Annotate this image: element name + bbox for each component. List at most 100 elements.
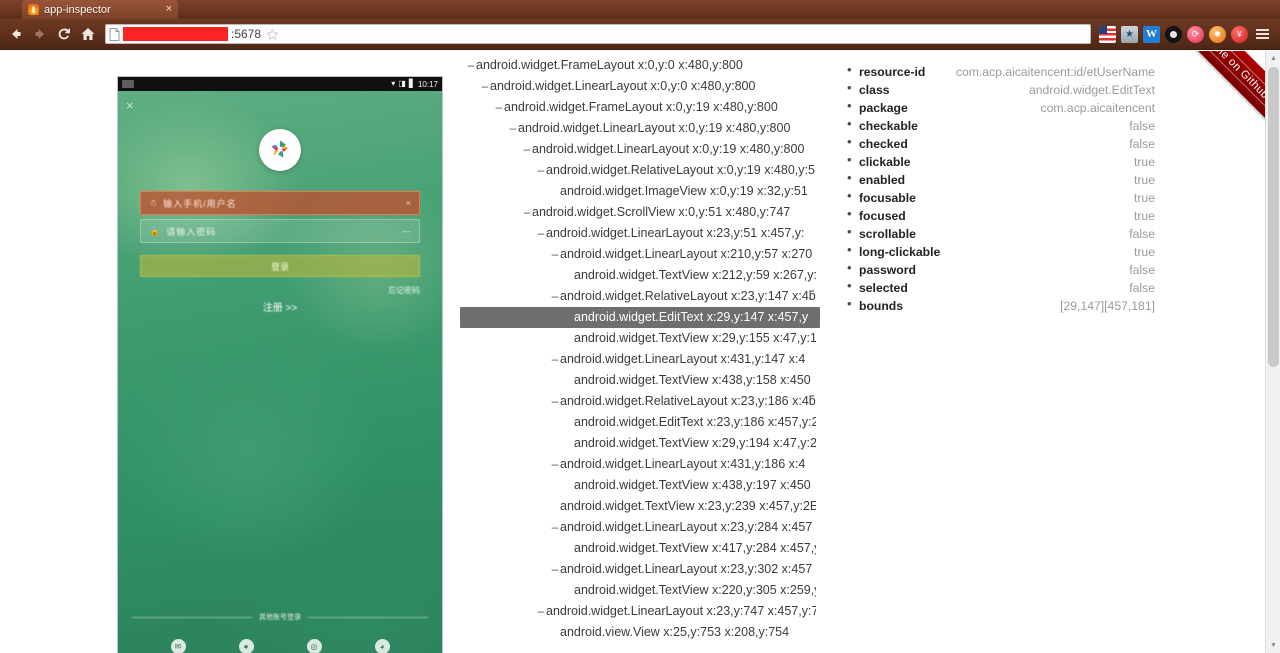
fork-me-on-github-ribbon[interactable]: Fork me on Github [1153,51,1280,141]
tree-row[interactable]: – android.widget.LinearLayout x:0,y:0 x:4… [460,76,820,97]
tree-collapse-toggle-icon[interactable]: – [550,349,560,370]
tree-collapse-toggle-icon[interactable]: – [480,76,490,97]
forward-arrow-icon[interactable] [29,23,51,45]
tree-row[interactable]: – android.widget.LinearLayout x:0,y:19 x:… [460,118,820,139]
property-value: true [1133,173,1155,187]
pink-extension-icon[interactable]: ⟳ [1187,25,1204,43]
tree-collapse-toggle-icon[interactable]: – [508,118,518,139]
tree-row[interactable]: android.view.View x:25,y:753 x:208,y:754 [460,622,820,643]
hamburger-menu-icon[interactable] [1253,25,1271,43]
social-login-row: ✉ ● ◎ ◕ [118,639,442,653]
device-screenshot-panel[interactable]: ▾ ◨ ▋ 10:17 × ☃ 输入手机/用户名 × 🔒 请输入密码 — 登录 … [117,76,443,653]
property-key: enabled [859,173,906,187]
tree-row-label: android.widget.LinearLayout x:210,y:57 x… [560,247,813,261]
property-value: false [1129,263,1155,277]
clear-icon[interactable]: × [406,198,411,208]
close-icon[interactable]: × [166,4,172,15]
tree-collapse-toggle-icon[interactable]: – [550,559,560,580]
property-key: clickable [859,155,911,169]
password-input[interactable]: 🔒 请输入密码 — [140,219,420,243]
scroll-down-arrow-icon[interactable]: ▼ [1266,638,1280,653]
tree-collapse-toggle-icon[interactable]: – [550,454,560,475]
password-toggle-icon[interactable]: — [402,226,411,236]
tree-row[interactable]: – android.widget.ScrollView x:0,y:51 x:48… [460,202,820,223]
tree-row[interactable]: – android.widget.RelativeLayout x:23,y:18… [460,391,820,412]
tree-row[interactable]: android.widget.TextView x:438,y:158 x:45… [460,370,820,391]
tree-collapse-toggle-icon[interactable]: – [494,97,504,118]
tree-row[interactable]: android.widget.TextView x:29,y:155 x:47,… [460,328,820,349]
login-button[interactable]: 登录 [140,255,420,277]
extension-icons: ★ W ⟳ ✹ ¥ [1099,25,1275,43]
tree-collapse-toggle-icon[interactable]: – [536,601,546,622]
app-close-icon[interactable]: × [126,99,134,112]
tree-row[interactable]: – android.widget.RelativeLayout x:23,y:14… [460,286,820,307]
device-app-screen[interactable]: × ☃ 输入手机/用户名 × 🔒 请输入密码 — 登录 忘记密码 注册 >> 其… [118,91,442,653]
home-icon[interactable] [77,23,99,45]
tree-row-label: android.widget.LinearLayout x:0,y:0 x:48… [490,79,756,93]
tree-row[interactable]: – android.widget.LinearLayout x:23,y:302 … [460,559,820,580]
tree-row[interactable]: – android.widget.LinearLayout x:23,y:747 … [460,601,820,622]
forgot-password-link[interactable]: 忘记密码 [388,285,420,296]
bookmark-star-icon[interactable] [264,27,280,41]
tree-collapse-toggle-icon[interactable]: – [550,244,560,265]
weibo-login-icon[interactable]: ◎ [306,639,322,653]
tree-row[interactable]: – android.widget.LinearLayout x:23,y:51 x… [460,223,820,244]
tree-row[interactable]: – android.widget.LinearLayout x:23,y:284 … [460,517,820,538]
tree-row[interactable]: – android.widget.LinearLayout x:0,y:19 x:… [460,139,820,160]
tree-row[interactable]: – android.widget.LinearLayout x:431,y:186… [460,454,820,475]
tree-collapse-toggle-icon[interactable]: – [536,223,546,244]
w-extension-icon[interactable]: W [1143,25,1160,43]
property-row: bounds [29,147][457,181] [845,296,1155,315]
tree-row[interactable]: android.widget.TextView x:417,y:284 x:45… [460,538,820,559]
property-key: selected [859,281,908,295]
view-hierarchy-tree[interactable]: – android.widget.FrameLayout x:0,y:0 x:48… [460,55,820,653]
chat-login-icon[interactable]: ◕ [374,639,390,653]
tree-row[interactable]: android.widget.EditText x:23,y:186 x:457… [460,412,820,433]
tree-row[interactable]: android.widget.TextView x:212,y:59 x:267… [460,265,820,286]
scroll-up-arrow-icon[interactable]: ▲ [1266,51,1280,66]
property-key: password [859,263,916,277]
tree-row[interactable]: android.widget.TextView x:29,y:194 x:47,… [460,433,820,454]
register-link[interactable]: 注册 >> [118,299,442,314]
ribbon-label: Fork me on Github [1159,51,1280,135]
tree-collapse-toggle-icon[interactable]: – [522,202,532,223]
qq-login-icon[interactable]: ● [238,639,254,653]
tree-row[interactable]: – android.widget.FrameLayout x:0,y:19 x:4… [460,97,820,118]
tree-row[interactable]: android.widget.TextView x:438,y:197 x:45… [460,475,820,496]
tree-row-selected[interactable]: android.widget.EditText x:29,y:147 x:457… [460,307,820,328]
tree-row-label: android.widget.EditText x:29,y:147 x:457… [574,310,809,324]
tree-row[interactable]: – android.widget.FrameLayout x:0,y:0 x:48… [460,55,820,76]
tree-row[interactable]: android.widget.ImageView x:0,y:19 x:32,y… [460,181,820,202]
tree-collapse-toggle-icon[interactable]: – [466,55,476,76]
property-key: focused [859,209,906,223]
username-input-value: 输入手机/用户名 [163,198,237,209]
tree-collapse-toggle-icon[interactable]: – [522,139,532,160]
orange-extension-icon[interactable]: ✹ [1209,25,1226,43]
tree-collapse-toggle-icon[interactable]: – [550,286,560,307]
address-bar[interactable]: :5678 [105,24,1091,44]
tree-row[interactable]: – android.widget.LinearLayout x:431,y:147… [460,349,820,370]
flag-extension-icon[interactable] [1099,25,1116,43]
ring-extension-icon[interactable] [1165,25,1182,43]
flame-icon [28,4,39,15]
scrollbar-thumb[interactable] [1268,67,1279,367]
back-arrow-icon[interactable] [5,23,27,45]
browser-tab-app-inspector[interactable]: app-inspector × [22,0,178,19]
reload-icon[interactable] [53,23,75,45]
page-scrollbar[interactable]: ▲ ▼ [1265,51,1280,653]
tree-collapse-toggle-icon[interactable]: – [536,160,546,181]
star-extension-icon[interactable]: ★ [1121,25,1138,43]
tree-row[interactable]: android.widget.TextView x:220,y:305 x:25… [460,580,820,601]
property-key: class [859,83,890,97]
tree-row[interactable]: – android.widget.LinearLayout x:210,y:57 … [460,244,820,265]
tree-collapse-toggle-icon[interactable]: – [550,391,560,412]
tab-strip-empty-area[interactable] [178,0,1280,19]
red-extension-icon[interactable]: ¥ [1231,25,1248,43]
tree-row[interactable]: android.widget.TextView x:23,y:239 x:457… [460,496,820,517]
username-input[interactable]: ☃ 输入手机/用户名 × [140,191,420,215]
tree-row[interactable]: – android.widget.RelativeLayout x:0,y:19 … [460,160,820,181]
tree-row-label: android.widget.LinearLayout x:0,y:19 x:4… [518,121,791,135]
tree-collapse-toggle-icon[interactable]: – [550,517,560,538]
wechat-login-icon[interactable]: ✉ [170,639,186,653]
property-value: false [1129,119,1155,133]
